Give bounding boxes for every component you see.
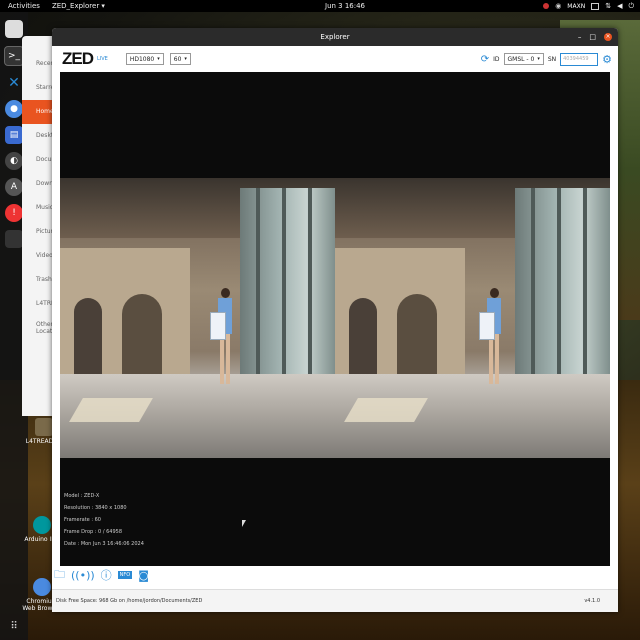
stream-icon[interactable]: ((•)) [71,569,95,582]
gear-icon[interactable]: ⚙ [602,53,612,66]
arduino-icon [33,516,51,534]
right-camera-image [335,178,610,458]
network-icon[interactable]: ⇅ [605,2,611,10]
activities-button[interactable]: Activities [8,2,40,10]
volume-icon[interactable]: ◀ [617,2,622,10]
window-controls: – □ × [578,33,612,41]
info-date: Date : Mon Jun 3 16:46:06 2024 [64,541,144,547]
window-titlebar[interactable]: Explorer – □ × [52,28,618,46]
document-viewer-icon[interactable]: ▤ [5,126,23,144]
terminal-icon[interactable]: >_ [4,46,24,66]
serial-number-field[interactable]: 40394459 [560,52,599,66]
maximize-icon[interactable]: □ [589,33,596,41]
camera-info-overlay: Model : ZED-X Resolution : 3840 x 1080 F… [64,490,144,550]
id-label: ID [493,55,500,63]
camera-selector: ⟳ ID GMSL - 0 ▾ SN 40394459 ⚙ [481,52,612,66]
camera-snapshot-icon[interactable]: ◙ [138,569,149,582]
folder-icon [35,418,53,436]
camera-id-select[interactable]: GMSL - 0 ▾ [503,53,544,65]
app-menu[interactable]: ZED_Explorer ▾ [52,2,105,10]
info-resolution: Resolution : 3840 x 1080 [64,505,127,511]
system-top-bar: Activities ZED_Explorer ▾ Jun 3 16:46 ◉ … [0,0,640,12]
chevron-down-icon: ▾ [537,56,540,62]
info-icon[interactable]: ⓘ [101,567,112,583]
folder-open-icon[interactable]: 🗀 [54,566,65,585]
extra-app-icon[interactable] [5,230,23,248]
usb-icon[interactable]: NFO [117,571,133,579]
video-viewport[interactable]: Model : ZED-X Resolution : 3840 x 1080 F… [60,72,610,566]
live-label: LIVE [97,56,108,62]
info-frame-drop: Frame Drop : 0 / 64958 [64,529,123,535]
screen-icon[interactable] [591,2,600,10]
app-store-icon[interactable]: A [5,178,23,196]
power-mode-label[interactable]: MAXN [567,3,585,10]
status-bar: Disk Free Space: 968 Gb on /home/jordon/… [52,589,618,612]
error-report-icon[interactable]: ! [5,204,23,222]
clock[interactable]: Jun 3 16:46 [325,2,365,10]
sn-label: SN [547,55,557,63]
system-tray[interactable]: ◉ MAXN ⇅ ◀ ⏻ [543,2,634,11]
chromium-dock-icon[interactable]: ● [5,100,23,118]
resolution-value: HD1080 [129,55,155,63]
explorer-window: Explorer – □ × ZED LIVE HD1080 ▾ 60 ▾ ⟳ … [52,28,618,612]
camera-id-value: GMSL - 0 [507,55,535,63]
fps-select[interactable]: 60 ▾ [169,53,191,65]
fps-value: 60 [173,55,182,63]
info-model: Model : ZED-X [64,493,100,499]
nvidia-icon[interactable]: ◉ [555,2,561,10]
resolution-select[interactable]: HD1080 ▾ [125,53,164,65]
refresh-icon[interactable]: ⟳ [481,54,489,65]
power-icon[interactable]: ⏻ [628,2,634,11]
disk-free-space: Disk Free Space: 968 Gb on /home/jordon/… [56,598,203,604]
vscode-icon[interactable]: ✕ [5,74,23,92]
left-camera-image [60,178,335,458]
explorer-toolbar: ZED LIVE HD1080 ▾ 60 ▾ ⟳ ID GMSL - 0 ▾ S… [52,46,618,72]
chevron-down-icon: ▾ [157,56,160,62]
show-apps-icon[interactable]: ⠿ [10,621,17,632]
files-icon[interactable] [5,20,23,38]
minimize-icon[interactable]: – [578,33,582,41]
mouse-cursor [242,520,246,527]
obs-icon[interactable]: ◐ [5,152,23,170]
window-title: Explorer [320,33,350,41]
chevron-down-icon: ▾ [184,56,187,62]
stereo-frame [60,178,610,458]
close-icon[interactable]: × [604,33,612,41]
bottom-icon-bar: 🗀 ((•)) ⓘ NFO ◙ [54,566,149,584]
update-icon[interactable] [543,3,550,9]
zed-logo: ZED [62,49,94,68]
chromium-icon [33,578,51,596]
info-framerate: Framerate : 60 [64,517,101,523]
version-label: v4.1.0 [584,598,600,604]
